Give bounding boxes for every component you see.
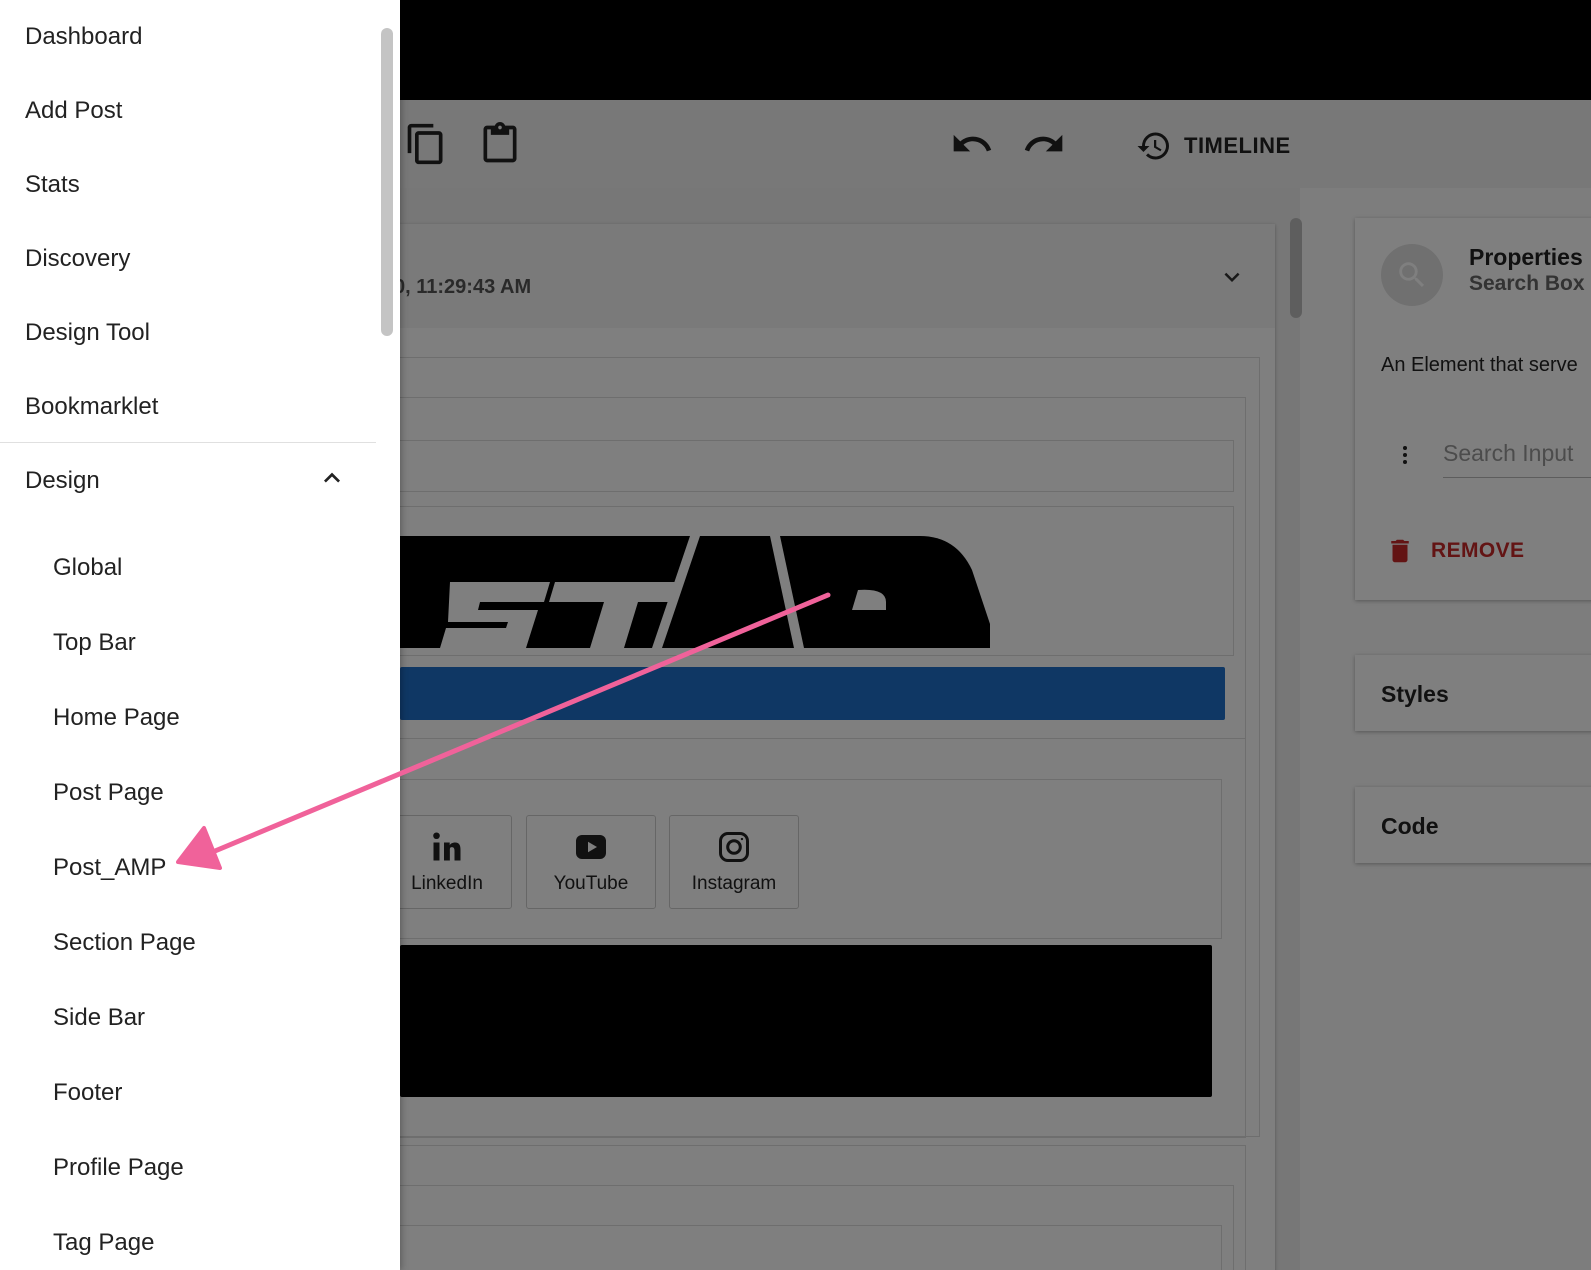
nav-subitem-label: Home Page <box>53 704 180 731</box>
nav-subitem-side-bar[interactable]: Side Bar <box>0 981 376 1055</box>
nav-section-label: Design <box>25 467 100 494</box>
nav-subitem-profile-page[interactable]: Profile Page <box>0 1131 376 1205</box>
nav-item-label: Discovery <box>25 245 131 272</box>
drawer-divider <box>0 442 376 443</box>
nav-subitem-section-page[interactable]: Section Page <box>0 906 376 980</box>
nav-subitem-post-page[interactable]: Post Page <box>0 756 376 830</box>
navigation-drawer: Dashboard Add Post Stats Discovery Desig… <box>0 0 400 1270</box>
nav-subitem-global[interactable]: Global <box>0 531 376 605</box>
nav-subitem-label: Tag Page <box>53 1229 155 1256</box>
chevron-up-icon[interactable] <box>316 462 348 494</box>
nav-item-label: Add Post <box>25 97 123 124</box>
nav-subitem-top-bar[interactable]: Top Bar <box>0 606 376 680</box>
nav-item-label: Stats <box>25 171 80 198</box>
nav-subitem-label: Top Bar <box>53 629 136 656</box>
nav-subitem-home-page[interactable]: Home Page <box>0 681 376 755</box>
drawer-scrollbar[interactable] <box>381 28 393 336</box>
nav-item-label: Bookmarklet <box>25 393 159 420</box>
nav-item-stats[interactable]: Stats <box>0 148 376 222</box>
nav-item-add-post[interactable]: Add Post <box>0 74 376 148</box>
nav-item-label: Dashboard <box>25 23 143 50</box>
nav-subitem-post-amp[interactable]: Post_AMP <box>0 831 376 905</box>
nav-item-dashboard[interactable]: Dashboard <box>0 0 376 74</box>
nav-subitem-label: Side Bar <box>53 1004 146 1031</box>
nav-subitem-tag-page[interactable]: Tag Page <box>0 1206 376 1270</box>
nav-subitem-label: Footer <box>53 1079 123 1106</box>
nav-subitem-label: Post_AMP <box>53 854 167 881</box>
nav-subitem-label: Section Page <box>53 929 196 956</box>
nav-item-label: Design Tool <box>25 319 150 346</box>
nav-subitem-label: Profile Page <box>53 1154 184 1181</box>
nav-subitem-label: Global <box>53 554 123 581</box>
nav-item-bookmarklet[interactable]: Bookmarklet <box>0 370 376 444</box>
nav-subitem-footer[interactable]: Footer <box>0 1056 376 1130</box>
nav-item-discovery[interactable]: Discovery <box>0 222 376 296</box>
nav-item-design-tool[interactable]: Design Tool <box>0 296 376 370</box>
nav-subitem-label: Post Page <box>53 779 164 806</box>
